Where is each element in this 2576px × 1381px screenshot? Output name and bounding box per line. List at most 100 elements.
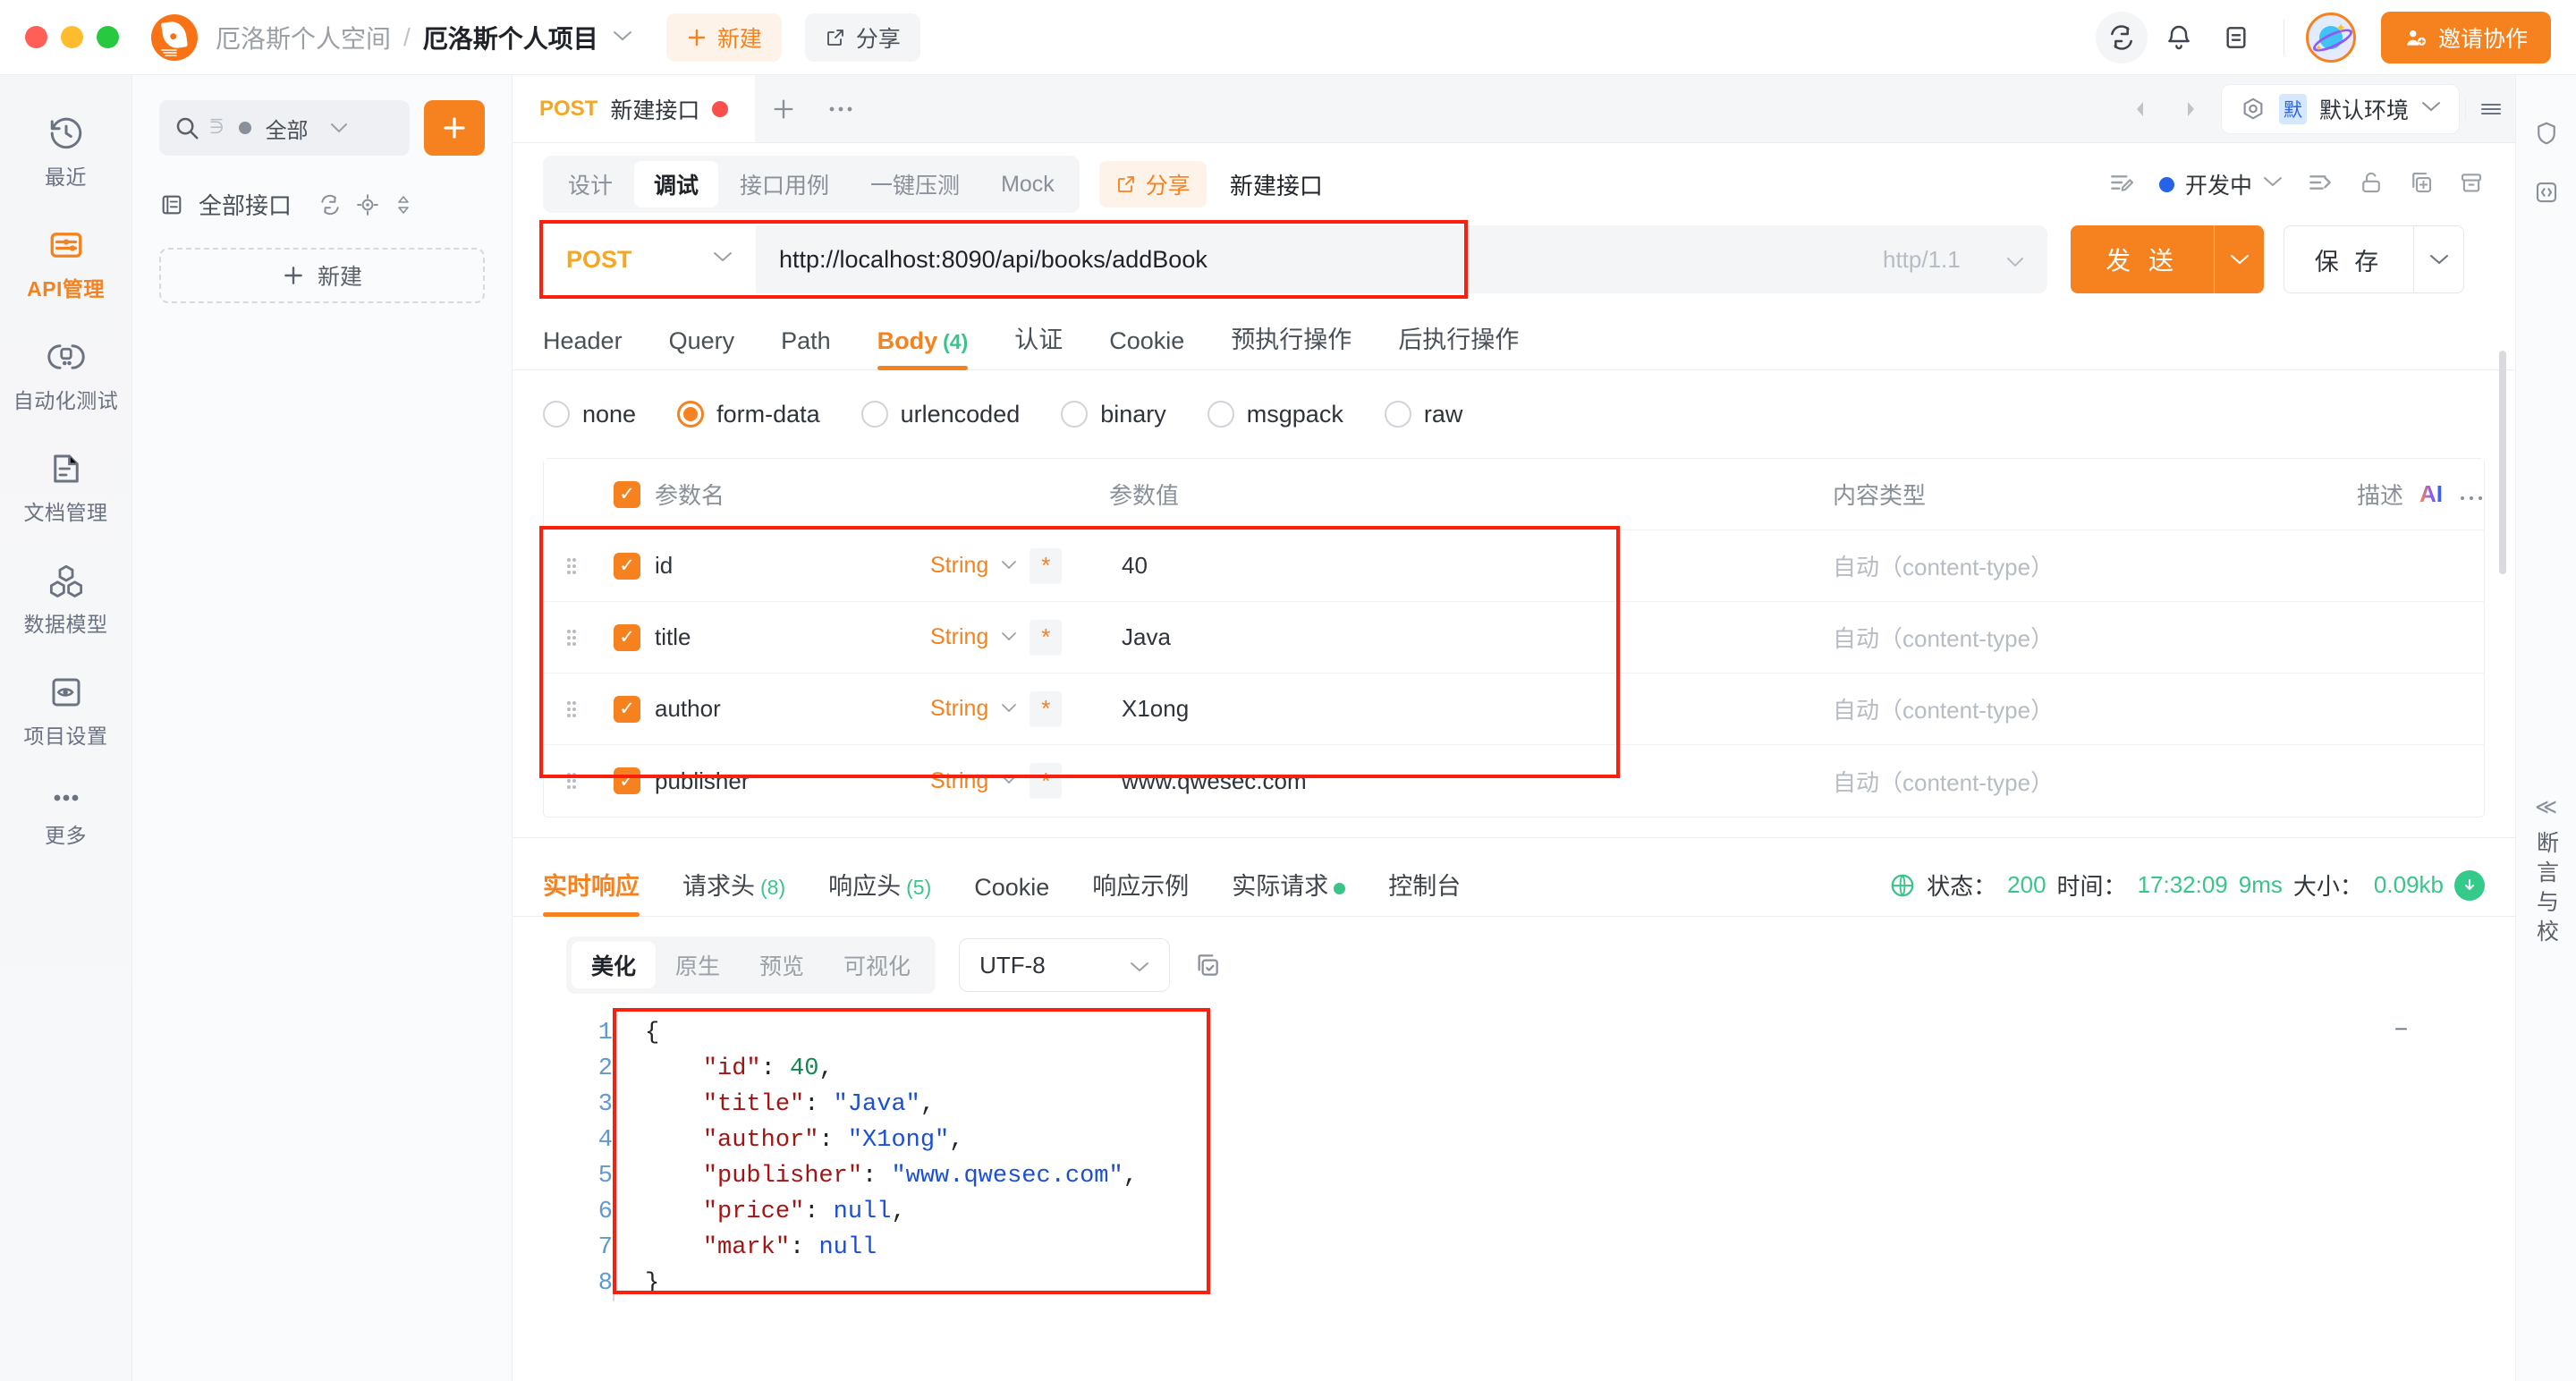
shield-icon[interactable] <box>2516 104 2576 163</box>
param-type-selector[interactable]: String * <box>930 763 1109 799</box>
tab-cookie[interactable]: Cookie <box>974 874 1049 916</box>
tab-debug[interactable]: 调试 <box>634 161 719 208</box>
edit-note-icon[interactable] <box>2107 168 2136 201</box>
tab-auth[interactable]: 认证 <box>1014 320 1063 369</box>
new-button[interactable]: 新建 <box>665 13 782 62</box>
param-type-selector[interactable]: String * <box>930 619 1109 656</box>
duplicate-icon[interactable] <box>2408 169 2435 200</box>
table-row[interactable]: id String * 40 自动（content-type） <box>544 530 2484 602</box>
save-options-button[interactable] <box>2413 226 2463 292</box>
param-name[interactable]: author <box>655 695 930 723</box>
tab-scroll-right-button[interactable] <box>2165 98 2216 120</box>
environment-selector[interactable]: 默 默认环境 <box>2220 83 2460 134</box>
locate-icon[interactable] <box>356 193 379 216</box>
radio-msgpack[interactable]: msgpack <box>1207 401 1343 428</box>
sidebar-item-docs[interactable]: 文档管理 <box>0 434 131 546</box>
row-checkbox[interactable] <box>614 623 640 651</box>
share-interface-button[interactable]: 分享 <box>1098 161 1207 208</box>
status-badge[interactable]: 开发中 <box>2158 168 2283 200</box>
view-beautify[interactable]: 美化 <box>572 942 657 988</box>
sort-icon[interactable] <box>394 193 413 216</box>
sidebar-item-automation[interactable]: 自动化测试 <box>0 322 131 434</box>
send-button-label[interactable]: 发 送 <box>2071 225 2214 293</box>
tab-body[interactable]: Body (4) <box>877 327 968 370</box>
table-row[interactable]: title String * Java 自动（content-type） <box>544 602 2484 674</box>
param-type-selector[interactable]: String * <box>930 547 1109 584</box>
sidebar-item-recent[interactable]: 最近 <box>0 98 131 210</box>
avatar[interactable]: ✦ ✦ <box>2305 12 2356 63</box>
close-window-button[interactable] <box>25 26 47 48</box>
send-button[interactable]: 发 送 <box>2071 225 2264 293</box>
archive-icon[interactable] <box>2458 169 2485 200</box>
minimize-window-button[interactable] <box>61 26 83 48</box>
radio-binary[interactable]: binary <box>1061 401 1166 428</box>
new-api-button[interactable]: 新建 <box>159 248 485 303</box>
chevron-down-icon[interactable] <box>613 27 632 47</box>
param-content-type[interactable]: 自动（content-type） <box>1833 765 2323 798</box>
radio-form-data[interactable]: form-data <box>677 401 820 428</box>
search-input[interactable]: ⋽ 全部 <box>159 100 410 156</box>
param-type-selector[interactable]: String * <box>930 690 1109 727</box>
view-preview[interactable]: 预览 <box>740 942 824 988</box>
tab-path[interactable]: Path <box>781 327 831 369</box>
drag-handle-icon[interactable] <box>544 769 599 792</box>
row-checkbox[interactable] <box>614 552 640 580</box>
document-icon[interactable] <box>2210 12 2262 64</box>
chevron-down-icon[interactable] <box>2263 176 2283 192</box>
required-toggle[interactable]: * <box>1030 763 1063 799</box>
chevron-down-icon[interactable] <box>2421 101 2441 117</box>
param-value[interactable]: Java <box>1109 623 1833 651</box>
tab-realtime-response[interactable]: 实时响应 <box>543 867 640 917</box>
lock-icon[interactable] <box>2358 169 2385 200</box>
drag-handle-icon[interactable] <box>544 626 599 649</box>
column-options-icon[interactable] <box>2459 480 2484 508</box>
tab-scroll-left-button[interactable] <box>2115 98 2165 120</box>
all-apis-row[interactable]: 全部接口 <box>132 156 512 221</box>
add-tab-button[interactable] <box>755 75 812 142</box>
tab-overflow-button[interactable] <box>812 75 869 142</box>
code-icon[interactable] <box>2516 163 2576 222</box>
tab-mock[interactable]: Mock <box>981 161 1074 208</box>
view-visualize[interactable]: 可视化 <box>824 942 930 988</box>
ai-icon[interactable]: AI <box>2419 480 2443 508</box>
code-editor[interactable]: 1 2 3 4 5 6 7 8 { "id": 40, "title": "Ja… <box>566 1015 2515 1301</box>
table-row[interactable]: publisher String * www.qwesec.com 自动（con… <box>544 745 2484 817</box>
tab-query[interactable]: Query <box>669 327 735 369</box>
param-name[interactable]: title <box>655 623 930 651</box>
tab-cookie[interactable]: Cookie <box>1109 327 1184 369</box>
tab-pre-script[interactable]: 预执行操作 <box>1231 320 1352 369</box>
param-value[interactable]: 40 <box>1109 552 1833 580</box>
param-table-scrollbar[interactable] <box>2499 351 2506 574</box>
search-filter-label[interactable]: 全部 <box>266 113 309 144</box>
save-button[interactable]: 保 存 <box>2284 225 2464 293</box>
row-checkbox[interactable] <box>614 767 640 794</box>
radio-raw[interactable]: raw <box>1384 401 1462 428</box>
collapse-toggle-icon[interactable]: − <box>2394 1015 2408 1043</box>
environment-menu-button[interactable] <box>2465 97 2515 120</box>
tab-stress-test[interactable]: 一键压测 <box>851 161 979 208</box>
copy-icon[interactable] <box>1193 951 1222 979</box>
move-icon[interactable] <box>2306 168 2334 201</box>
sidebar-item-more[interactable]: 更多 <box>0 769 131 868</box>
tab-post-script[interactable]: 后执行操作 <box>1398 320 1519 369</box>
sync-icon[interactable] <box>2095 11 2148 64</box>
sidebar-item-data-model[interactable]: 数据模型 <box>0 546 131 657</box>
param-name[interactable]: publisher <box>655 767 930 795</box>
param-name[interactable]: id <box>655 552 930 580</box>
download-icon[interactable] <box>2454 869 2485 901</box>
maximize-window-button[interactable] <box>97 26 119 48</box>
radio-none[interactable]: none <box>543 401 636 428</box>
encoding-selector[interactable]: UTF-8 <box>959 938 1171 992</box>
http-version-selector[interactable]: http/1.1 <box>1860 225 2047 293</box>
param-content-type[interactable]: 自动（content-type） <box>1833 692 2323 725</box>
param-content-type[interactable]: 自动（content-type） <box>1833 621 2323 654</box>
tab-actual-request[interactable]: 实际请求 <box>1232 867 1346 916</box>
chevron-down-icon[interactable] <box>330 119 348 138</box>
param-value[interactable]: www.qwesec.com <box>1109 767 1833 795</box>
tab-request-headers[interactable]: 请求头 (8) <box>682 867 785 916</box>
drag-handle-icon[interactable] <box>544 555 599 578</box>
view-raw[interactable]: 原生 <box>656 942 740 988</box>
bell-icon[interactable] <box>2153 12 2205 64</box>
row-checkbox[interactable] <box>614 695 640 723</box>
drag-handle-icon[interactable] <box>544 698 599 721</box>
